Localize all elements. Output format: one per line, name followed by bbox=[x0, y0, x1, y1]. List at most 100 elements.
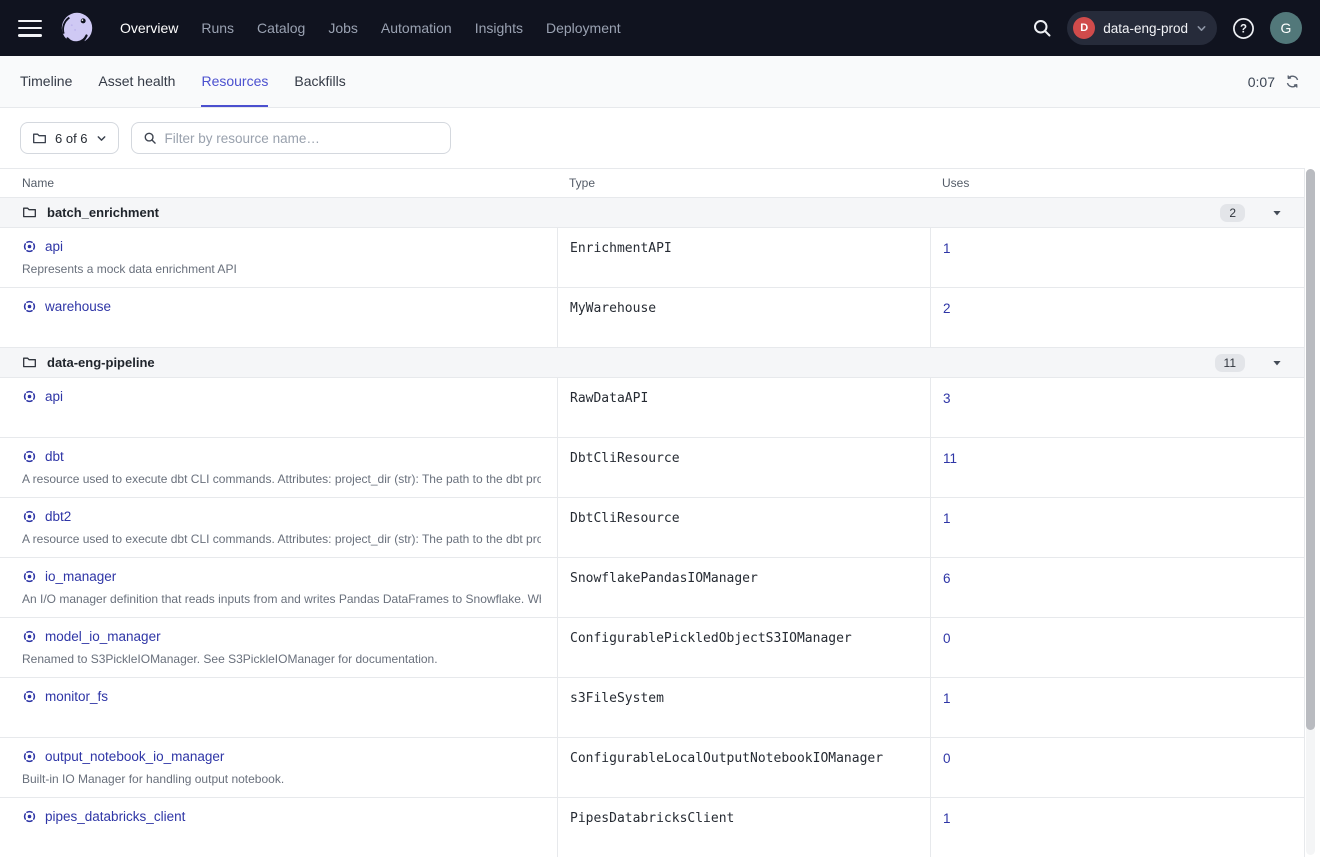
resource-name-link[interactable]: api bbox=[45, 239, 63, 254]
resource-description: Renamed to S3PickleIOManager. See S3Pick… bbox=[22, 652, 541, 666]
resource-row: warehouse MyWarehouse 2 bbox=[0, 288, 1304, 348]
table-header: Name Type Uses bbox=[0, 169, 1304, 198]
type-cell: EnrichmentAPI bbox=[557, 228, 930, 287]
refresh-timer: 0:07 bbox=[1248, 74, 1275, 90]
folder-icon bbox=[22, 355, 37, 370]
filter-row: 6 of 6 bbox=[0, 108, 1320, 168]
resource-name-link[interactable]: model_io_manager bbox=[45, 629, 161, 644]
dagster-logo-icon[interactable] bbox=[58, 9, 96, 47]
type-cell: MyWarehouse bbox=[557, 288, 930, 347]
resource-search-input[interactable] bbox=[165, 131, 439, 146]
tab-asset-health[interactable]: Asset health bbox=[98, 56, 175, 107]
tab-timeline[interactable]: Timeline bbox=[20, 56, 72, 107]
resource-row: pipes_databricks_clientPipesDatabricksCl… bbox=[0, 798, 1304, 857]
resource-row: monitor_fs s3FileSystem 1 bbox=[0, 678, 1304, 738]
type-cell: RawDataAPI bbox=[557, 378, 930, 437]
name-cell: model_io_manager Renamed to S3PickleIOMan… bbox=[0, 618, 557, 677]
uses-cell: 3 bbox=[930, 378, 1305, 437]
uses-cell: 11 bbox=[930, 438, 1305, 497]
uses-cell: 1 bbox=[930, 228, 1305, 287]
group-filter-dropdown[interactable]: 6 of 6 bbox=[20, 122, 119, 154]
nav-item-catalog[interactable]: Catalog bbox=[257, 20, 305, 36]
collapse-chevron-icon[interactable] bbox=[1272, 208, 1282, 218]
uses-count-link[interactable]: 2 bbox=[943, 301, 951, 316]
uses-count-link[interactable]: 1 bbox=[943, 241, 951, 256]
resource-name-link[interactable]: io_manager bbox=[45, 569, 116, 584]
top-nav: Overview Runs Catalog Jobs Automation Insight… bbox=[0, 0, 1320, 56]
name-cell: warehouse bbox=[0, 288, 557, 347]
scrollbar-track[interactable] bbox=[1306, 169, 1315, 855]
resource-row: dbt2A resource used to execute dbt CLI c… bbox=[0, 498, 1304, 558]
uses-cell: 6 bbox=[930, 558, 1305, 617]
type-cell: DbtCliResource bbox=[557, 498, 930, 557]
uses-count-link[interactable]: 0 bbox=[943, 751, 951, 766]
resource-icon bbox=[22, 299, 37, 314]
overview-tab-bar: Timeline Asset health Resources Backfills 0… bbox=[0, 56, 1320, 108]
uses-count-link[interactable]: 0 bbox=[943, 631, 951, 646]
resource-icon bbox=[22, 749, 37, 764]
uses-count-link[interactable]: 1 bbox=[943, 811, 951, 826]
nav-item-runs[interactable]: Runs bbox=[201, 20, 234, 36]
name-cell: api bbox=[0, 378, 557, 437]
uses-cell: 1 bbox=[930, 498, 1305, 557]
search-icon bbox=[143, 131, 157, 145]
resource-name-link[interactable]: api bbox=[45, 389, 63, 404]
uses-cell: 1 bbox=[930, 798, 1305, 857]
user-avatar[interactable]: G bbox=[1270, 12, 1302, 44]
collapse-chevron-icon[interactable] bbox=[1272, 358, 1282, 368]
resource-row: apiRepresents a mock data enrichment API… bbox=[0, 228, 1304, 288]
uses-count-link[interactable]: 1 bbox=[943, 691, 951, 706]
tab-backfills[interactable]: Backfills bbox=[294, 56, 345, 107]
resource-row: api RawDataAPI 3 bbox=[0, 378, 1304, 438]
menu-icon[interactable] bbox=[18, 20, 42, 37]
uses-cell: 1 bbox=[930, 678, 1305, 737]
deployment-switcher[interactable]: D data-eng-prod bbox=[1067, 11, 1217, 45]
name-cell: io_managerAn I/O manager definition that… bbox=[0, 558, 557, 617]
type-cell: DbtCliResource bbox=[557, 438, 930, 497]
resource-search bbox=[131, 122, 451, 154]
resource-group-row[interactable]: batch_enrichment2 bbox=[0, 198, 1304, 228]
uses-count-link[interactable]: 3 bbox=[943, 391, 951, 406]
resource-description: A resource used to execute dbt CLI comma… bbox=[22, 472, 541, 486]
table-body: batch_enrichment2apiRepresents a mock da… bbox=[0, 198, 1304, 857]
search-icon[interactable] bbox=[1032, 18, 1052, 38]
resource-icon bbox=[22, 509, 37, 524]
group-count-badge: 11 bbox=[1215, 354, 1245, 372]
resource-group-row[interactable]: data-eng-pipeline11 bbox=[0, 348, 1304, 378]
resource-name-link[interactable]: dbt2 bbox=[45, 509, 71, 524]
type-cell: ConfigurablePickledObjectS3IOManager bbox=[557, 618, 930, 677]
resource-name-link[interactable]: pipes_databricks_client bbox=[45, 809, 185, 824]
resource-name-link[interactable]: monitor_fs bbox=[45, 689, 108, 704]
resource-icon bbox=[22, 569, 37, 584]
resource-name-link[interactable]: output_notebook_io_manager bbox=[45, 749, 224, 764]
primary-nav: Overview Runs Catalog Jobs Automation Insight… bbox=[120, 20, 621, 36]
deployment-name: data-eng-prod bbox=[1103, 21, 1188, 36]
resource-icon bbox=[22, 389, 37, 404]
refresh-icon[interactable] bbox=[1285, 74, 1300, 89]
uses-cell: 0 bbox=[930, 738, 1305, 797]
nav-item-jobs[interactable]: Jobs bbox=[328, 20, 358, 36]
tab-resources[interactable]: Resources bbox=[201, 56, 268, 107]
uses-count-link[interactable]: 6 bbox=[943, 571, 951, 586]
column-header-type: Type bbox=[557, 176, 930, 190]
resource-row: output_notebook_io_managerBuilt-in IO Ma… bbox=[0, 738, 1304, 798]
uses-count-link[interactable]: 1 bbox=[943, 511, 951, 526]
name-cell: apiRepresents a mock data enrichment API bbox=[0, 228, 557, 287]
nav-item-automation[interactable]: Automation bbox=[381, 20, 452, 36]
folder-icon bbox=[32, 131, 47, 146]
resource-name-link[interactable]: warehouse bbox=[45, 299, 111, 314]
resources-table: Name Type Uses batch_enrichment2apiRepre… bbox=[0, 168, 1305, 857]
help-icon[interactable]: ? bbox=[1232, 17, 1255, 40]
nav-item-deployment[interactable]: Deployment bbox=[546, 20, 621, 36]
uses-count-link[interactable]: 11 bbox=[943, 451, 957, 466]
resource-row: dbt A resource used to execute dbt CLI co… bbox=[0, 438, 1304, 498]
resource-icon bbox=[22, 239, 37, 254]
nav-item-insights[interactable]: Insights bbox=[475, 20, 523, 36]
type-cell: s3FileSystem bbox=[557, 678, 930, 737]
uses-cell: 2 bbox=[930, 288, 1305, 347]
column-header-name: Name bbox=[0, 176, 557, 190]
resource-name-link[interactable]: dbt bbox=[45, 449, 64, 464]
nav-item-overview[interactable]: Overview bbox=[120, 20, 178, 36]
scrollbar-thumb[interactable] bbox=[1306, 169, 1315, 730]
group-filter-count: 6 of 6 bbox=[55, 131, 88, 146]
